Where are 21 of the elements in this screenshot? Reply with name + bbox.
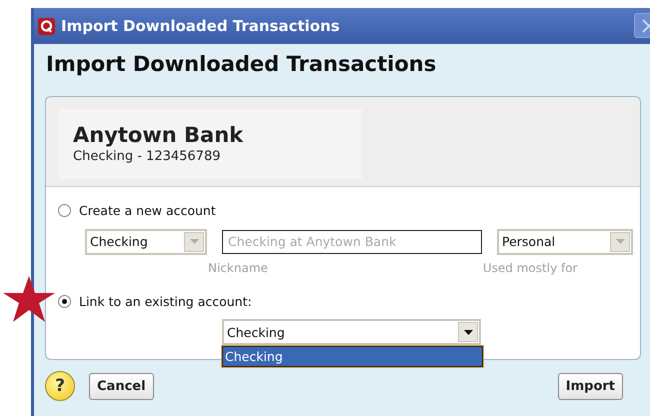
app-logo-icon [38, 18, 55, 34]
radio-label: Create a new account [79, 202, 216, 218]
bank-name: Anytown Bank [73, 123, 244, 147]
nickname-caption: Nickname [208, 261, 268, 275]
caret-icon [616, 239, 624, 244]
nickname-field[interactable]: Checking at Anytown Bank [222, 230, 482, 254]
help-button[interactable]: ? [45, 371, 75, 401]
caret-icon [464, 330, 472, 334]
dropdown-option[interactable]: Checking [223, 347, 482, 366]
import-button[interactable]: Import [558, 372, 623, 400]
usage-caption: Used mostly for [482, 261, 578, 275]
account-number: Checking - 123456789 [73, 149, 222, 164]
radio-label: Link to an existing account: [79, 294, 252, 308]
existing-account-dropdown[interactable]: Checking [222, 319, 481, 345]
star-icon [3, 276, 55, 322]
dialog-heading: Import Downloaded Transactions [45, 51, 438, 78]
radio-button[interactable] [58, 204, 71, 216]
cancel-button[interactable]: Cancel [89, 372, 154, 400]
radio-button[interactable] [58, 294, 71, 308]
caret-icon [190, 239, 198, 244]
window-title: Import Downloaded Transactions [61, 17, 340, 35]
